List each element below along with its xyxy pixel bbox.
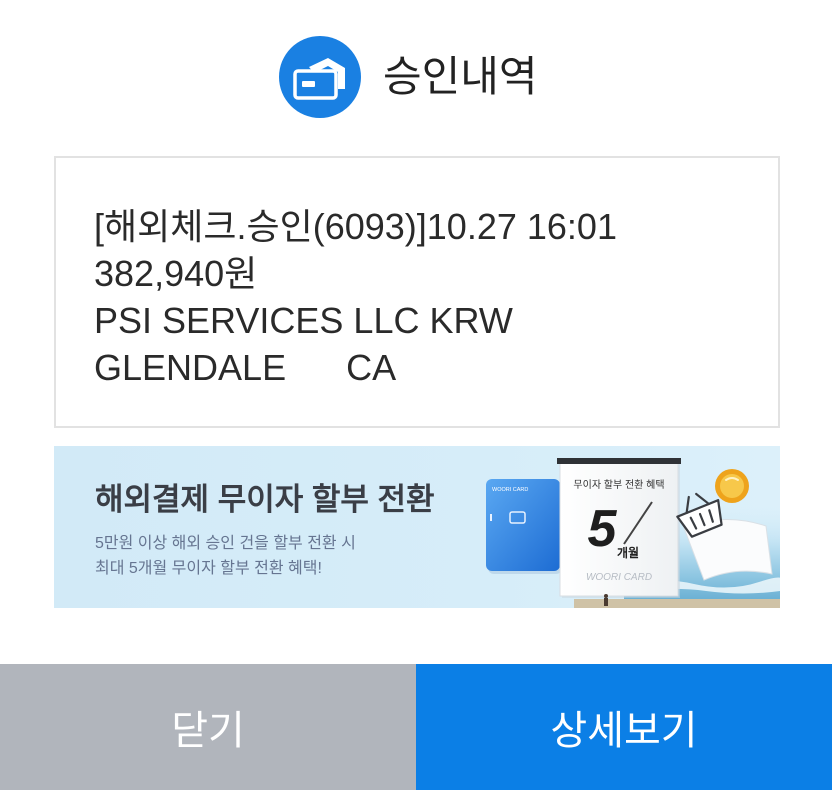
calendar-title: 무이자 할부 전환 혜택	[573, 479, 664, 491]
view-details-button-label: 상세보기	[550, 709, 698, 753]
message-line-amount: 382,940원	[94, 253, 258, 294]
coin-icon	[715, 469, 749, 503]
message-line-merchant: PSI SERVICES LLC KRW	[94, 300, 513, 341]
icon-card-front	[293, 69, 338, 100]
credit-card-icon: WOORI CARD	[486, 479, 562, 574]
icon-card-chip	[302, 81, 315, 87]
card-approval-icon	[279, 36, 361, 118]
beach-figure	[604, 594, 608, 606]
message-line-location: GLENDALE CA	[94, 347, 397, 388]
close-button-label: 닫기	[171, 709, 245, 753]
banner-subtext-line: 최대 5개월 무이자 할부 전환 혜택!	[95, 560, 322, 577]
approval-popup: 승인내역 [해외체크.승인(6093)]10.27 16:01 382,940원…	[0, 0, 832, 790]
close-button[interactable]: 닫기	[0, 664, 416, 790]
calendar-binding	[557, 458, 681, 464]
banner-subtext: 5만원 이상 해외 승인 건을 할부 전환 시 최대 5개월 무이자 할부 전환…	[95, 531, 356, 581]
approval-message-box: [해외체크.승인(6093)]10.27 16:01 382,940원 PSI …	[54, 156, 780, 428]
message-line-type: [해외체크.승인(6093)]10.27 16:01	[94, 206, 617, 247]
view-details-button[interactable]: 상세보기	[416, 664, 832, 790]
calendar-icon: 무이자 할부 전환 혜택 5 개월 WOORI CARD	[557, 458, 681, 598]
calendar-unit: 개월	[617, 545, 639, 560]
banner-illustration: WOORI CARD 무이자 할부 전환 혜택 5 개월 WOORI CARD	[486, 458, 780, 608]
calendar-brand: WOORI CARD	[586, 572, 652, 583]
banner-headline: 해외결제 무이자 할부 전환	[95, 482, 435, 517]
banner-subtext-line: 5만원 이상 해외 승인 건을 할부 전환 시	[95, 535, 356, 552]
promo-banner[interactable]: 해외결제 무이자 할부 전환 5만원 이상 해외 승인 건을 할부 전환 시 최…	[54, 446, 780, 608]
card-brand-text: WOORI CARD	[492, 487, 528, 493]
page-title: 승인내역	[383, 53, 538, 100]
card-stripe	[490, 514, 492, 521]
calendar-number: 5	[588, 500, 618, 558]
